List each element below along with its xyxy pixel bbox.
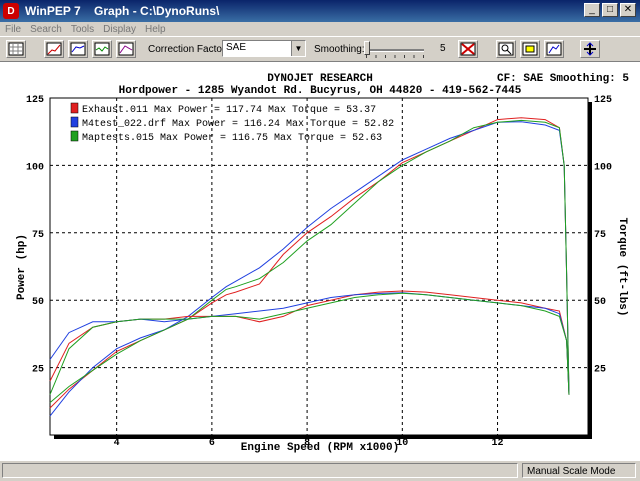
smoothing-slider-thumb[interactable]	[364, 41, 370, 55]
status-scale-mode: Manual Scale Mode	[522, 463, 636, 478]
zoom-select-icon	[522, 42, 538, 56]
y-tick-label-right: 50	[594, 297, 606, 308]
correction-factor-select[interactable]: SAE ▼	[222, 40, 306, 57]
close-button[interactable]: ✕	[620, 3, 636, 17]
y-tick-label-left: 50	[32, 297, 44, 308]
legend-power-m4test: 116.24	[244, 119, 280, 130]
zoom-select-button[interactable]	[520, 40, 540, 58]
legend-swatch-m4test	[70, 116, 79, 128]
menu-tools[interactable]: Tools	[71, 24, 94, 35]
legend-entry-maptests: Maptests.015 Max Power = 116.75 Max Torq…	[82, 133, 382, 144]
title-bar: D WinPEP 7 Graph - C:\DynoRuns\ _ □ ✕	[0, 0, 640, 22]
chart-address: Hordpower - 1285 Wyandot Rd. Bucyrus, OH…	[119, 85, 522, 97]
y-tick-label-right: 125	[594, 95, 612, 106]
chart-cf-info: CF: SAE Smoothing: 5	[497, 73, 629, 85]
legend-power-exhaust: 117.74	[226, 105, 262, 116]
legend-swatch-exhaust	[70, 102, 79, 114]
plot-area[interactable]	[49, 97, 589, 436]
smoothing-label: Smoothing:	[314, 44, 365, 55]
menu-search[interactable]: Search	[30, 24, 62, 35]
legend-entry-exhaust: Exhaust.011 Max Power = 117.74 Max Torqu…	[82, 104, 376, 116]
menu-file[interactable]: File	[5, 24, 21, 35]
y-tick-label-left: 25	[32, 365, 44, 376]
legend-torque-maptests: 52.63	[352, 133, 382, 144]
zoom-icon	[498, 42, 514, 56]
open-run-button[interactable]	[6, 40, 26, 58]
y-tick-label-left: 100	[26, 162, 44, 173]
zoom-in-button[interactable]	[496, 40, 516, 58]
window-title: WinPEP 7 Graph - C:\DynoRuns\	[25, 4, 220, 18]
correction-factor-label: Correction Factor:	[148, 44, 229, 55]
crosshair-icon	[584, 42, 596, 56]
graph-custom-button[interactable]	[116, 40, 136, 58]
graph-af-button[interactable]	[92, 40, 112, 58]
dyno-graph-window[interactable]: DYNOJET RESEARCH CF: SAE Smoothing: 5 Ho…	[0, 62, 640, 460]
smoothing-slider-track[interactable]	[366, 49, 424, 52]
y-tick-label-right: 100	[594, 162, 612, 173]
smoothing-slider-ticks	[366, 55, 424, 58]
graph-torque-button[interactable]	[68, 40, 88, 58]
legend-power-maptests: 116.75	[232, 133, 268, 144]
legend-entry-m4test: M4test_022.drf Max Power = 116.24 Max To…	[82, 118, 394, 130]
graph-icon	[70, 42, 86, 56]
menu-display[interactable]: Display	[103, 24, 136, 35]
graph-power-button[interactable]	[44, 40, 64, 58]
graph-icon	[118, 42, 134, 56]
menu-help[interactable]: Help	[145, 24, 166, 35]
legend-file-maptests: Maptests.015	[82, 133, 154, 144]
chart-company-title: DYNOJET RESEARCH	[267, 73, 373, 85]
y-tick-label-right: 75	[594, 230, 606, 241]
zoom-out-button[interactable]	[544, 40, 564, 58]
y-tick-label-left: 75	[32, 230, 44, 241]
y-tick-label-right: 25	[594, 365, 606, 376]
graph-icon	[94, 42, 110, 56]
dyno-chart[interactable]: DYNOJET RESEARCH CF: SAE Smoothing: 5 Ho…	[0, 62, 640, 460]
clear-graph-button[interactable]	[458, 40, 478, 58]
dynojet-app-icon[interactable]: D	[3, 3, 19, 19]
chevron-down-icon[interactable]: ▼	[291, 41, 305, 56]
legend-torque-exhaust: 53.37	[346, 105, 376, 116]
x-tick-label: 12	[492, 438, 504, 449]
legend-file-exhaust: Exhaust.011	[82, 104, 148, 116]
legend-torque-m4test: 52.82	[364, 119, 394, 130]
correction-factor-value: SAE	[226, 42, 247, 53]
cursor-button[interactable]	[580, 40, 600, 58]
y-axis-left-label: Power (hp)	[16, 234, 28, 300]
y-tick-label-left: 125	[26, 95, 44, 106]
status-bar: Manual Scale Mode	[0, 460, 640, 481]
status-message-panel	[2, 463, 518, 478]
legend-swatch-maptests	[70, 130, 79, 142]
menu-bar: File Search Tools Display Help	[0, 22, 640, 36]
zoom-out-icon	[546, 42, 562, 56]
clear-icon	[460, 42, 476, 56]
smoothing-value: 5	[440, 43, 446, 54]
y-axis-right-label: Torque (ft-lbs)	[616, 217, 628, 316]
graph-icon	[46, 42, 62, 56]
x-axis-label: Engine Speed (RPM x1000)	[241, 442, 399, 454]
legend: Exhaust.011 Max Power = 117.74 Max Torqu…	[70, 102, 394, 144]
legend-file-m4test: M4test_022.drf	[82, 118, 166, 130]
toolbar: Correction Factor: SAE ▼ Smoothing: 5	[0, 36, 640, 62]
maximize-button[interactable]: □	[602, 3, 618, 17]
x-tick-label: 4	[114, 438, 120, 449]
grid-icon	[8, 42, 24, 56]
minimize-button[interactable]: _	[584, 3, 600, 17]
x-tick-label: 6	[209, 438, 215, 449]
